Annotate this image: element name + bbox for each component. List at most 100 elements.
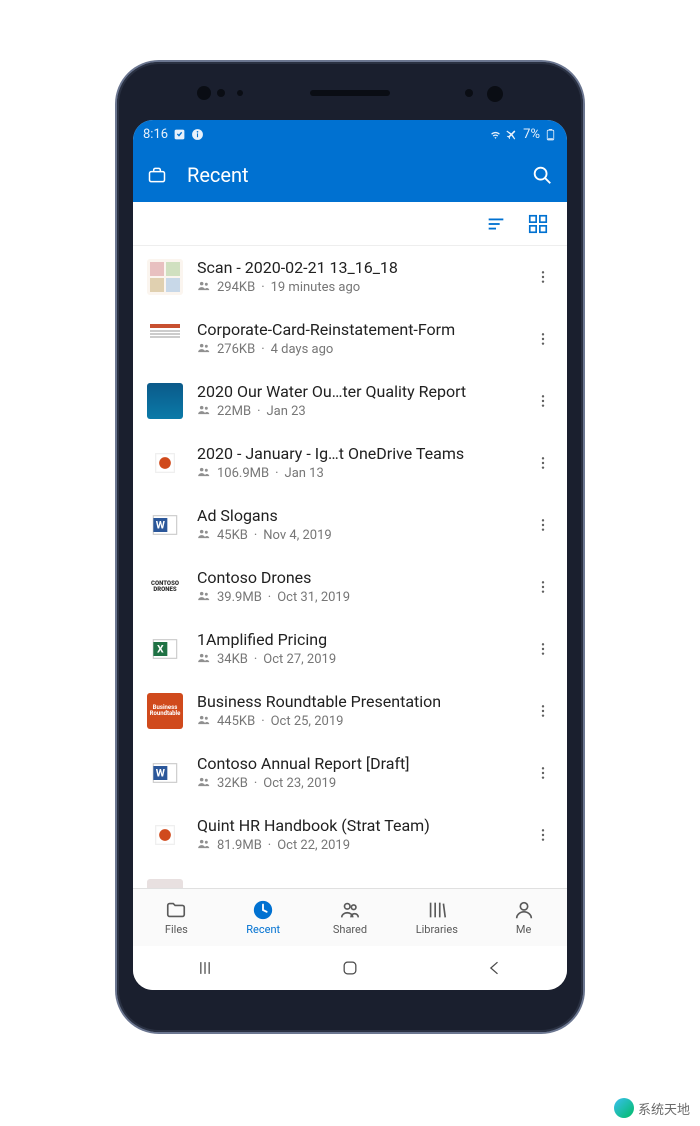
file-thumb <box>147 321 183 357</box>
file-item[interactable]: W Ad Slogans 45KB·Nov 4, 2019 <box>133 494 567 556</box>
sys-home-button[interactable] <box>320 958 380 978</box>
file-thumb: CONTOSODRONES <box>147 569 183 605</box>
file-size: 34KB <box>217 652 248 667</box>
file-item[interactable]: Scan - 2020-02-21 13_16_18 294KB·19 minu… <box>133 246 567 308</box>
file-date: 4 days ago <box>271 342 334 357</box>
file-name: Contoso Annual Report [Draft] <box>197 754 527 773</box>
file-date: Nov 4, 2019 <box>263 528 331 543</box>
phone-camera <box>487 86 503 102</box>
watermark: 系统天地 <box>614 1098 690 1118</box>
file-name: Corporate-Card-Reinstatement-Form <box>197 320 527 339</box>
search-icon[interactable] <box>531 164 553 186</box>
phone-screen: 8:16 7% Recent <box>133 120 567 990</box>
file-more-button[interactable] <box>527 571 559 603</box>
file-date: Oct 22, 2019 <box>277 838 350 853</box>
file-item[interactable]: Corporate-Card-Reinstatement-Form 276KB·… <box>133 308 567 370</box>
people-icon <box>197 527 211 545</box>
phone-sensor <box>465 89 473 97</box>
file-name: Contoso Drones <box>197 568 527 587</box>
file-thumb: BusinessRoundtable <box>147 693 183 729</box>
file-thumb: W <box>147 755 183 791</box>
file-item[interactable]: W Contoso Annual Report [Draft] 32KB·Oct… <box>133 742 567 804</box>
file-date: Jan 13 <box>285 466 324 481</box>
phone-speaker <box>310 90 390 96</box>
nav-libraries[interactable]: Libraries <box>393 889 480 946</box>
sys-recents-button[interactable] <box>175 958 235 978</box>
sort-icon[interactable] <box>485 213 507 235</box>
info-icon <box>191 128 204 141</box>
file-thumb <box>147 259 183 295</box>
svg-text:W: W <box>156 519 166 532</box>
file-thumb <box>147 817 183 853</box>
file-item[interactable]: 2020 - January - Ig…t OneDrive Teams 106… <box>133 432 567 494</box>
nav-shared[interactable]: Shared <box>307 889 394 946</box>
file-name: Scan - 2020-02-21 13_16_18 <box>197 258 527 277</box>
people-icon <box>197 713 211 731</box>
page-title: Recent <box>187 163 531 187</box>
notification-icon <box>173 128 186 141</box>
people-icon <box>197 651 211 669</box>
wifi-icon <box>489 128 502 141</box>
file-name: 2020 Our Water Ou…ter Quality Report <box>197 382 527 401</box>
file-size: 445KB <box>217 714 255 729</box>
people-icon <box>197 279 211 297</box>
file-date: Jan 23 <box>266 404 305 419</box>
grid-view-icon[interactable] <box>527 213 549 235</box>
file-more-button[interactable] <box>527 447 559 479</box>
nav-recent[interactable]: Recent <box>220 889 307 946</box>
file-item[interactable]: 2020 Our Water Ou…ter Quality Report 22M… <box>133 370 567 432</box>
file-thumb: W <box>147 507 183 543</box>
globe-icon <box>614 1098 634 1118</box>
nav-me[interactable]: Me <box>480 889 567 946</box>
file-date: 19 minutes ago <box>271 280 361 295</box>
file-item[interactable]: Quint HR Handbook (Strat Team) 81.9MB·Oc… <box>133 804 567 866</box>
watermark-text: 系统天地 <box>638 1099 690 1118</box>
file-item[interactable]: X 1Amplified Pricing 34KB·Oct 27, 2019 <box>133 618 567 680</box>
file-name: Ad Slogans <box>197 506 527 525</box>
file-size: 81.9MB <box>217 838 262 853</box>
file-name: Business Roundtable Presentation <box>197 692 527 711</box>
file-list[interactable]: Scan - 2020-02-21 13_16_18 294KB·19 minu… <box>133 246 567 928</box>
bottom-nav: Files Recent Shared Libraries Me <box>133 888 567 946</box>
file-size: 22MB <box>217 404 251 419</box>
file-more-button[interactable] <box>527 261 559 293</box>
people-icon <box>197 403 211 421</box>
file-thumb: X <box>147 631 183 667</box>
view-toolbar <box>133 202 567 246</box>
battery-icon <box>544 128 557 141</box>
file-size: 106.9MB <box>217 466 269 481</box>
file-more-button[interactable] <box>527 633 559 665</box>
file-more-button[interactable] <box>527 757 559 789</box>
nav-files-label: Files <box>165 923 188 936</box>
airplane-icon <box>506 128 519 141</box>
people-icon <box>197 465 211 483</box>
svg-text:X: X <box>157 643 164 656</box>
file-name: Quint HR Handbook (Strat Team) <box>197 816 527 835</box>
phone-sensor <box>197 86 211 100</box>
battery-percent: 7% <box>523 127 540 142</box>
file-item[interactable]: BusinessRoundtable Business Roundtable P… <box>133 680 567 742</box>
svg-text:W: W <box>156 767 166 780</box>
sys-back-button[interactable] <box>465 958 525 978</box>
file-item[interactable]: CONTOSODRONES Contoso Drones 39.9MB·Oct … <box>133 556 567 618</box>
briefcase-icon[interactable] <box>147 165 167 185</box>
file-size: 45KB <box>217 528 248 543</box>
file-name: 2020 - January - Ig…t OneDrive Teams <box>197 444 527 463</box>
file-more-button[interactable] <box>527 509 559 541</box>
file-name: 1Amplified Pricing <box>197 630 527 649</box>
file-more-button[interactable] <box>527 819 559 851</box>
people-icon <box>197 837 211 855</box>
file-more-button[interactable] <box>527 695 559 727</box>
file-more-button[interactable] <box>527 385 559 417</box>
phone-sensor <box>237 90 243 96</box>
nav-files[interactable]: Files <box>133 889 220 946</box>
nav-libraries-label: Libraries <box>416 923 458 936</box>
app-bar: Recent <box>133 148 567 202</box>
file-more-button[interactable] <box>527 323 559 355</box>
people-icon <box>197 589 211 607</box>
status-bar: 8:16 7% <box>133 120 567 148</box>
system-nav <box>133 946 567 990</box>
phone-frame: 8:16 7% Recent <box>117 62 583 1032</box>
file-size: 32KB <box>217 776 248 791</box>
people-icon <box>197 775 211 793</box>
